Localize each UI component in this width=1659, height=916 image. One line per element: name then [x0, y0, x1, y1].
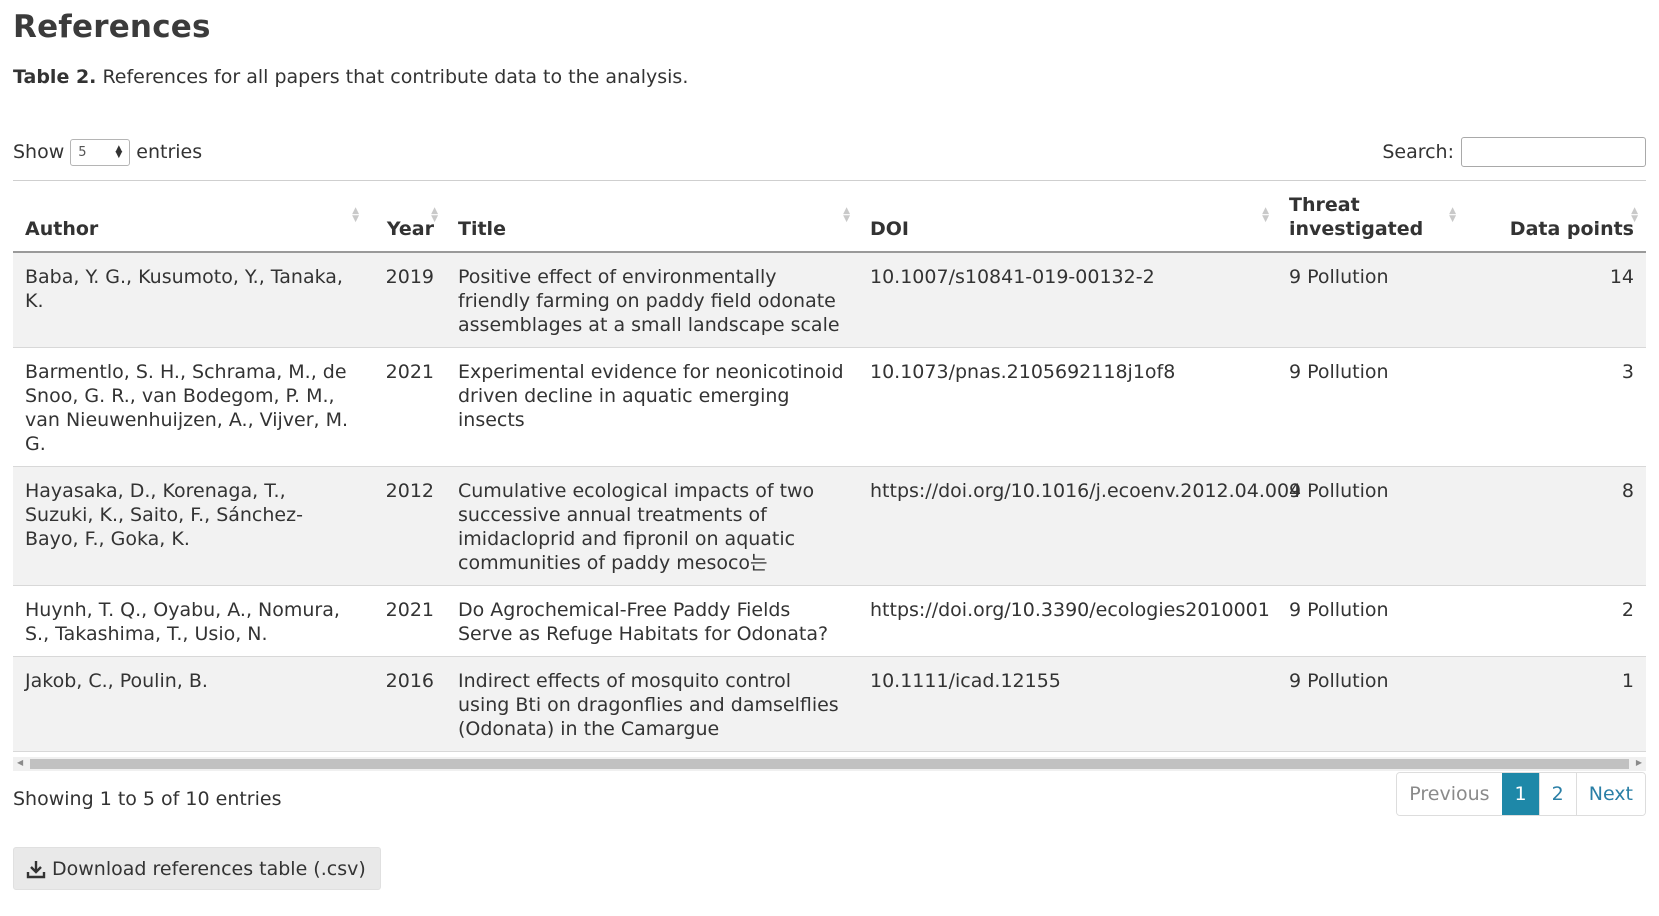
cell-threat: 9 Pollution	[1277, 656, 1464, 752]
sort-icon: ▲ ▼	[1449, 206, 1456, 224]
table-info: Showing 1 to 5 of 10 entries	[13, 788, 282, 810]
cell-year: 2021	[367, 347, 446, 467]
column-header-title[interactable]: Title ▲ ▼	[446, 181, 858, 253]
cell-year: 2021	[367, 585, 446, 657]
cell-doi: 10.1007/s10841-019-00132-2	[858, 252, 1277, 348]
download-csv-button[interactable]: Download references table (.csv)	[13, 847, 381, 890]
cell-author: Jakob, C., Poulin, B.	[13, 656, 367, 752]
cell-threat: 9 Pollution	[1277, 585, 1464, 657]
cell-author: Hayasaka, D., Korenaga, T., Suzuki, K., …	[13, 466, 367, 586]
references-table: Author ▲ ▼ Year ▲ ▼ Title ▲ ▼ DOI ▲ ▼ Threat inv…	[13, 181, 1646, 752]
cell-author: Barmentlo, S. H., Schrama, M., de Snoo, …	[13, 347, 367, 467]
cell-title: Do Agrochemical-Free Paddy Fields Serve …	[446, 585, 858, 657]
cell-doi: 10.1111/icad.12155	[858, 656, 1277, 752]
sort-icon: ▲ ▼	[352, 206, 359, 224]
sort-icon: ▲ ▼	[431, 206, 438, 224]
column-header-doi[interactable]: DOI ▲ ▼	[858, 181, 1277, 253]
cell-author: Huynh, T. Q., Oyabu, A., Nomura, S., Tak…	[13, 585, 367, 657]
caption-text: References for all papers that contribut…	[102, 66, 689, 89]
table-row: Hayasaka, D., Korenaga, T., Suzuki, K., …	[13, 466, 1646, 586]
page-title: References	[13, 9, 211, 45]
next-button[interactable]: Next	[1575, 773, 1645, 815]
cell-doi: 10.1073/pnas.2105692118j1of8	[858, 347, 1277, 467]
sort-icon: ▲ ▼	[1631, 206, 1638, 224]
cell-data-points: 2	[1464, 585, 1646, 657]
entries-select[interactable]: 5 ▲ ▼	[70, 138, 131, 166]
column-header-author[interactable]: Author ▲ ▼	[13, 181, 367, 253]
previous-button[interactable]: Previous	[1397, 773, 1502, 815]
cell-data-points: 3	[1464, 347, 1646, 467]
references-page: References Table 2. References for all p…	[0, 0, 1659, 916]
download-label: Download references table (.csv)	[52, 857, 366, 880]
page-button-2[interactable]: 2	[1538, 773, 1576, 815]
entries-select-value: 5	[78, 144, 87, 160]
length-control: Show 5 ▲ ▼ entries	[13, 138, 203, 166]
column-header-year[interactable]: Year ▲ ▼	[367, 181, 446, 253]
cell-year: 2016	[367, 656, 446, 752]
table-row: Barmentlo, S. H., Schrama, M., de Snoo, …	[13, 347, 1646, 467]
scroll-right-icon[interactable]: ▶	[1636, 758, 1642, 767]
sort-icon: ▲ ▼	[1262, 206, 1269, 224]
table-header-row: Author ▲ ▼ Year ▲ ▼ Title ▲ ▼ DOI ▲ ▼ Threat inv…	[13, 181, 1646, 253]
cell-threat: 9 Pollution	[1277, 347, 1464, 467]
references-table-wrapper: Author ▲ ▼ Year ▲ ▼ Title ▲ ▼ DOI ▲ ▼ Threat inv…	[13, 180, 1646, 752]
table-row: Huynh, T. Q., Oyabu, A., Nomura, S., Tak…	[13, 585, 1646, 657]
column-header-threat[interactable]: Threat investigated ▲ ▼	[1277, 181, 1464, 253]
cell-author: Baba, Y. G., Kusumoto, Y., Tanaka, K.	[13, 252, 367, 348]
cell-year: 2012	[367, 466, 446, 586]
table-row: Baba, Y. G., Kusumoto, Y., Tanaka, K. 20…	[13, 252, 1646, 348]
table-caption: Table 2. References for all papers that …	[13, 66, 1646, 88]
page-button-1[interactable]: 1	[1501, 773, 1539, 815]
cell-title: Positive effect of environmentally frien…	[446, 252, 858, 348]
length-suffix: entries	[136, 141, 203, 163]
cell-title: Cumulative ecological impacts of two suc…	[446, 466, 858, 586]
search-control: Search:	[1382, 137, 1646, 167]
table-controls: Show 5 ▲ ▼ entries Search:	[13, 136, 1646, 168]
download-icon	[26, 860, 46, 878]
search-input[interactable]	[1461, 137, 1646, 167]
cell-doi: https://doi.org/10.1016/j.ecoenv.2012.04…	[858, 466, 1301, 586]
length-prefix: Show	[13, 141, 65, 163]
scroll-left-icon[interactable]: ◀	[17, 758, 23, 767]
cell-threat: 9 Pollution	[1277, 252, 1464, 348]
cell-data-points: 1	[1464, 656, 1646, 752]
sort-icon: ▲ ▼	[843, 206, 850, 224]
column-header-data-points[interactable]: Data points ▲ ▼	[1464, 181, 1646, 253]
table-row: Jakob, C., Poulin, B. 2016 Indirect effe…	[13, 656, 1646, 752]
cell-year: 2019	[367, 252, 446, 348]
select-arrows-icon: ▲ ▼	[115, 144, 123, 160]
horizontal-scrollbar[interactable]: ◀ ▶	[13, 757, 1646, 771]
cell-title: Indirect effects of mosquito control usi…	[446, 656, 858, 752]
cell-doi: https://doi.org/10.3390/ecologies2010001	[858, 585, 1277, 657]
scrollbar-thumb[interactable]	[30, 759, 1629, 769]
caption-label: Table 2.	[13, 66, 97, 89]
cell-threat: 9 Pollution	[1277, 466, 1464, 586]
cell-title: Experimental evidence for neonicotinoid …	[446, 347, 858, 467]
search-label: Search:	[1382, 141, 1454, 163]
cell-data-points: 8	[1464, 466, 1646, 586]
cell-data-points: 14	[1464, 252, 1646, 348]
pagination: Previous 1 2 Next	[1396, 772, 1646, 816]
